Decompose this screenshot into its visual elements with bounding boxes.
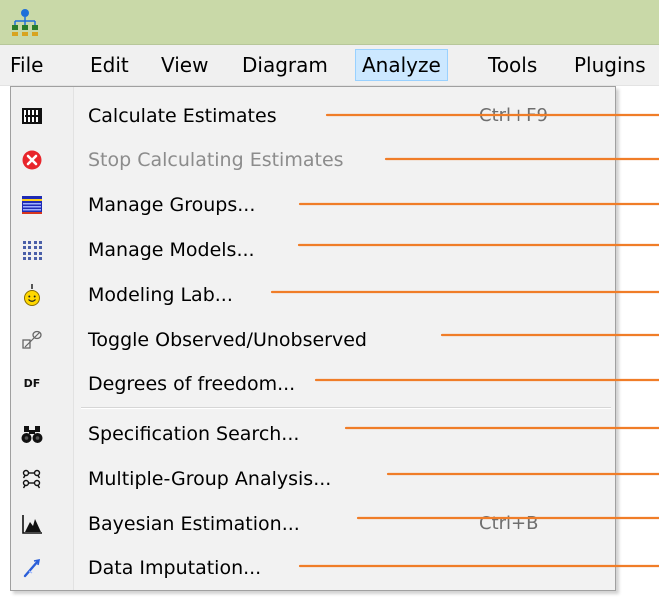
menu-item-specification-search[interactable]: Specification Search... xyxy=(11,413,615,455)
menu-item-manage-groups[interactable]: Manage Groups... xyxy=(11,184,615,226)
menu-item-label: Stop Calculating Estimates xyxy=(88,149,344,171)
multiple-group-icon xyxy=(22,469,41,489)
menu-item-modeling-lab[interactable]: Modeling Lab... xyxy=(11,274,615,316)
menu-item-stop-calculating-estimates[interactable]: Stop Calculating Estimates xyxy=(11,139,615,181)
df-icon: DF xyxy=(23,377,41,390)
menu-analyze[interactable]: Analyze xyxy=(355,49,448,81)
menu-item-label: Manage Models... xyxy=(88,239,255,261)
menu-item-label: Data Imputation... xyxy=(88,557,262,579)
menu-diagram[interactable]: Diagram xyxy=(236,49,334,81)
menu-item-degrees-of-freedom[interactable]: DF Degrees of freedom... xyxy=(11,363,615,405)
menu-item-shortcut: Ctrl+F9 xyxy=(479,105,548,126)
menu-item-calculate-estimates[interactable]: Calculate Estimates Ctrl+F9 xyxy=(11,95,615,137)
bayesian-distribution-icon xyxy=(22,515,42,534)
menu-item-data-imputation[interactable]: Data Imputation... xyxy=(11,547,615,589)
canvas-bottom-edge xyxy=(0,590,659,598)
menu-file[interactable]: File xyxy=(4,49,49,81)
menu-item-toggle-observed[interactable]: Toggle Observed/Unobserved xyxy=(11,319,615,361)
menu-item-bayesian-estimation[interactable]: Bayesian Estimation... Ctrl+B xyxy=(11,503,615,545)
menu-item-label: Calculate Estimates xyxy=(88,105,277,127)
toggle-observed-icon xyxy=(22,330,42,349)
smiley-face-icon xyxy=(24,284,40,306)
analyze-menu: Calculate Estimates Ctrl+F9 Stop Calcula… xyxy=(10,86,616,591)
manage-groups-icon xyxy=(22,196,42,214)
title-bar xyxy=(0,0,659,45)
menu-bar: File Edit View Diagram Analyze Tools Plu… xyxy=(0,45,659,86)
manage-models-icon xyxy=(23,241,42,260)
canvas-right-edge xyxy=(616,86,659,598)
menu-item-multiple-group-analysis[interactable]: Multiple-Group Analysis... xyxy=(11,458,615,500)
menu-item-manage-models[interactable]: Manage Models... xyxy=(11,229,615,271)
amos-path-diagram-icon[interactable] xyxy=(10,8,40,38)
menu-item-label: Specification Search... xyxy=(88,423,300,445)
calculate-estimates-icon xyxy=(22,108,42,124)
menu-item-label: Modeling Lab... xyxy=(88,284,233,306)
menu-item-label: Manage Groups... xyxy=(88,194,256,216)
menu-item-label: Toggle Observed/Unobserved xyxy=(88,329,367,351)
binoculars-icon xyxy=(21,426,43,443)
menu-plugins[interactable]: Plugins xyxy=(568,49,652,81)
menu-tools[interactable]: Tools xyxy=(482,49,543,81)
menu-item-label: Multiple-Group Analysis... xyxy=(88,468,332,490)
menu-separator xyxy=(81,407,611,409)
stop-red-x-icon xyxy=(22,150,42,170)
data-imputation-icon xyxy=(23,558,41,578)
menu-item-label: Degrees of freedom... xyxy=(88,373,296,395)
menu-edit[interactable]: Edit xyxy=(84,49,135,81)
menu-view[interactable]: View xyxy=(155,49,214,81)
menu-item-label: Bayesian Estimation... xyxy=(88,513,300,535)
menu-item-shortcut: Ctrl+B xyxy=(479,513,539,534)
